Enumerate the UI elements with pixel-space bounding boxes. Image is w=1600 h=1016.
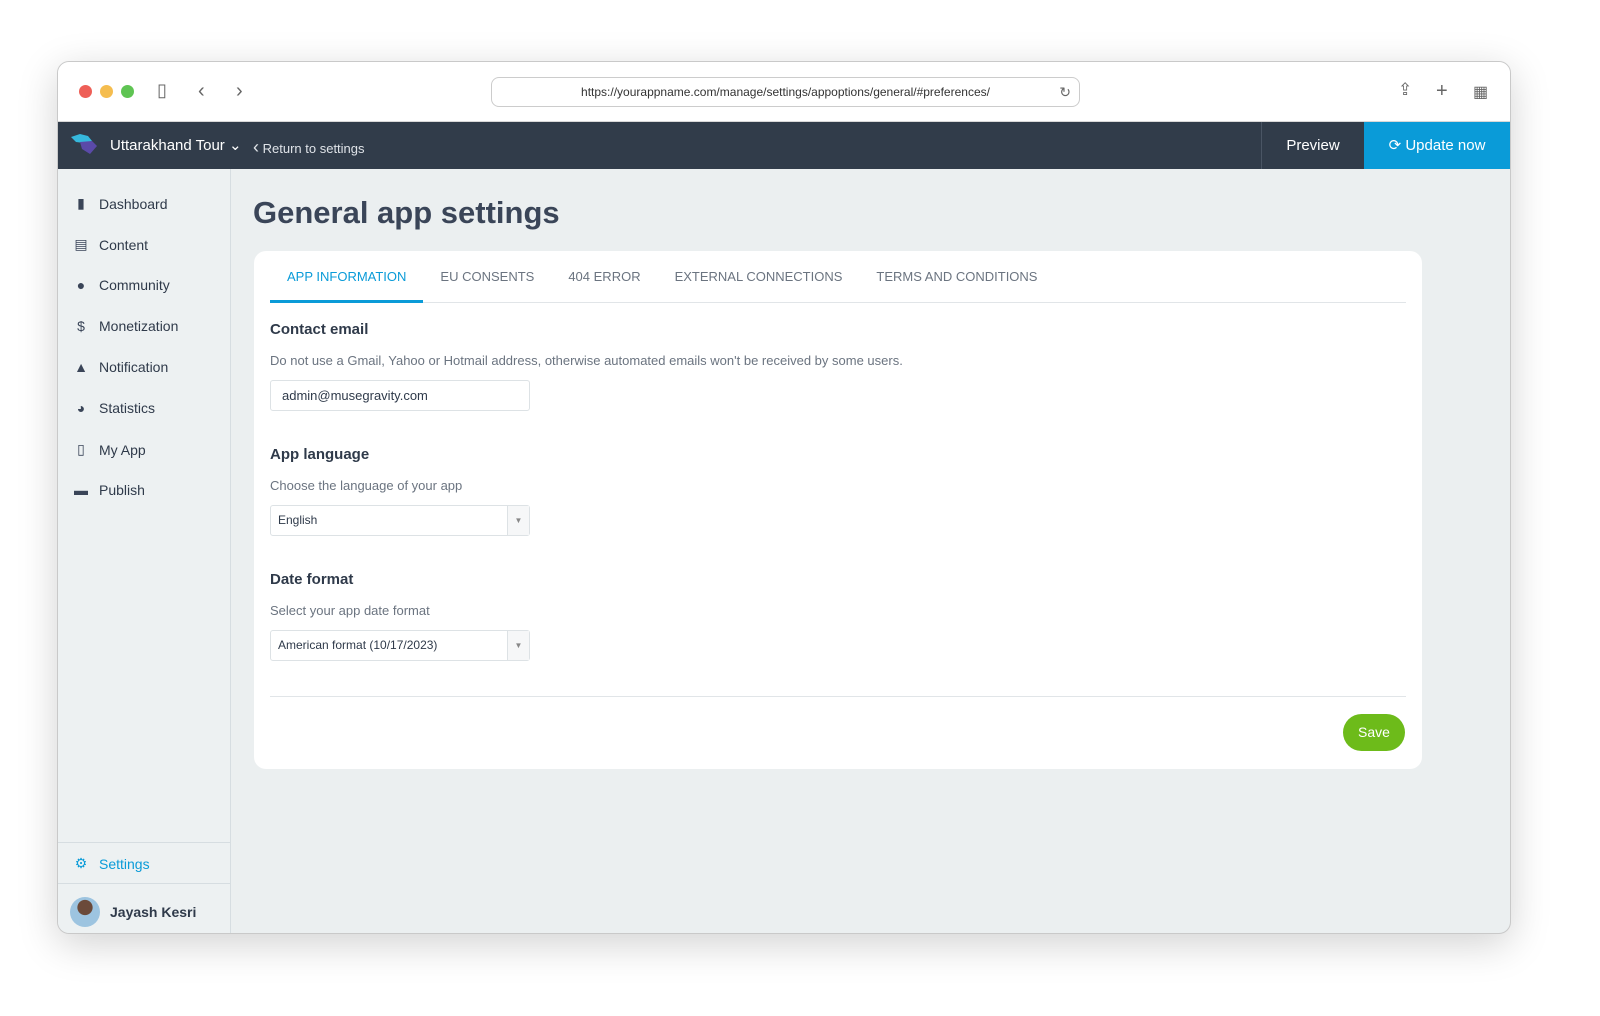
bell-icon: ▲ [74,359,88,375]
preview-button[interactable]: Preview [1261,122,1364,169]
selected-value: English [278,513,318,527]
refresh-icon: ⟳ [1388,137,1402,154]
divider [270,696,1406,697]
return-to-settings-link[interactable]: ‹ Return to settings [253,137,365,158]
sidebar-item-settings[interactable]: ⚙ Settings [58,842,230,884]
new-tab-icon[interactable]: + [1436,80,1448,103]
sidebar-item-statistics[interactable]: ◕ Statistics [73,400,155,416]
label: Notification [99,359,169,375]
sidebar: ▮ Dashboard ▤ Content ● Community $ Monetiza… [58,169,231,933]
url-text: https://yourappname.com/manage/settings/… [581,85,990,99]
user-profile[interactable]: Jayash Kesri [70,897,196,927]
minimize-window-button[interactable] [100,85,113,98]
browser-titlebar: ▯ ‹ › https://yourappname.com/manage/set… [58,62,1510,122]
tab-external-connections[interactable]: EXTERNAL CONNECTIONS [658,251,860,303]
tab-eu-consents[interactable]: EU CONSENTS [423,251,551,303]
settings-card: APP INFORMATION EU CONSENTS 404 ERROR EX… [254,251,1422,769]
app-header: Uttarakhand Tour ⌄ ‹ Return to settings … [58,122,1510,169]
share-icon[interactable]: ⇪ [1398,80,1412,100]
dropdown-arrow-icon: ▼ [507,506,529,535]
user-name: Jayash Kesri [110,904,197,920]
date-format-select[interactable]: American format (10/17/2023) ▼ [270,630,530,661]
label: Community [99,277,170,293]
tab-terms-and-conditions[interactable]: TERMS AND CONDITIONS [859,251,1054,303]
app-language-heading: App language [270,446,370,463]
update-label: Update now [1405,137,1486,154]
chevron-left-icon: ‹ [253,137,259,157]
label: Dashboard [99,195,168,212]
tab-overview-icon[interactable]: ▦ [1473,82,1488,102]
page-title: General app settings [253,195,560,230]
pie-chart-icon: ◕ [76,400,86,416]
phone-icon: ▯ [77,441,85,457]
store-icon: ▬ [74,482,88,498]
app-switcher[interactable]: Uttarakhand Tour ⌄ [110,136,242,154]
gear-icon: ⚙ [74,855,88,871]
save-button[interactable]: Save [1343,714,1405,751]
contact-email-hint: Do not use a Gmail, Yahoo or Hotmail add… [270,353,903,368]
label: My App [99,441,146,458]
close-window-button[interactable] [79,85,92,98]
address-bar[interactable]: https://yourappname.com/manage/settings/… [491,77,1080,107]
sidebar-item-dashboard[interactable]: ▮ Dashboard [73,195,168,212]
sidebar-toggle-icon[interactable]: ▯ [157,80,167,101]
label: Content [99,236,149,253]
contact-email-heading: Contact email [270,321,369,338]
app-language-select[interactable]: English ▼ [270,505,530,536]
date-format-hint: Select your app date format [270,603,430,618]
dropdown-arrow-icon: ▼ [507,631,529,660]
label: Monetization [99,318,179,334]
date-format-heading: Date format [270,571,354,588]
app-language-hint: Choose the language of your app [270,478,463,493]
label: Statistics [99,400,156,416]
tab-bar: APP INFORMATION EU CONSENTS 404 ERROR EX… [270,251,1406,303]
sidebar-item-publish[interactable]: ▬ Publish [73,482,145,498]
contact-email-field[interactable]: admin@musegravity.com [270,380,530,411]
app-logo [71,134,97,154]
sidebar-item-my-app[interactable]: ▯ My App [73,441,146,458]
label: Publish [99,482,145,498]
selected-value: American format (10/17/2023) [278,638,438,652]
tab-app-information[interactable]: APP INFORMATION [270,251,424,303]
maximize-window-button[interactable] [121,85,134,98]
chevron-down-icon: ⌄ [228,137,242,154]
avatar [70,897,100,927]
sidebar-item-notification[interactable]: ▲ Notification [73,359,168,375]
return-label: Return to settings [262,141,365,156]
forward-icon[interactable]: › [236,80,243,103]
app-name: Uttarakhand Tour [110,137,225,154]
user-icon: ● [76,277,86,293]
sidebar-item-monetization[interactable]: $ Monetization [73,318,178,334]
label: Settings [99,855,150,872]
browser-window: ▯ ‹ › https://yourappname.com/manage/set… [57,61,1511,934]
back-icon[interactable]: ‹ [198,80,205,103]
document-icon: ▤ [74,236,88,252]
sidebar-item-content[interactable]: ▤ Content [73,236,148,253]
bar-chart-icon: ▮ [77,195,85,211]
reload-icon[interactable]: ↻ [1059,78,1071,106]
dollar-icon: $ [77,318,85,334]
sidebar-item-community[interactable]: ● Community [73,277,170,293]
update-now-button[interactable]: ⟳ Update now [1364,122,1510,169]
tab-404-error[interactable]: 404 ERROR [551,251,657,303]
